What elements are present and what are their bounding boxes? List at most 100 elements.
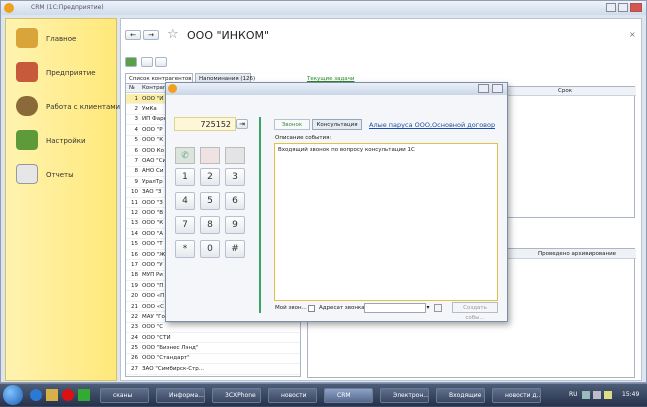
table-row[interactable]: 25 ООО "Бизнес Лэнд" [126, 342, 300, 354]
table-row[interactable]: 27 ЗАО "Симбирск-Стр... [126, 363, 300, 375]
addressee-select[interactable] [364, 303, 426, 313]
sidebar-item-reports[interactable]: Отчеты [6, 163, 118, 187]
table-row[interactable]: 26 ООО "Стандарт" [126, 353, 300, 365]
settings-icon [16, 130, 38, 150]
taskbar-item[interactable]: Информа... [156, 388, 205, 403]
row-number: 21 [126, 301, 140, 313]
row-contractor-name: ООО "ГАРАНТ" [140, 374, 300, 376]
dialog-maximize-icon[interactable] [478, 84, 489, 93]
row-number: 11 [126, 197, 140, 209]
opera-icon[interactable] [62, 389, 74, 401]
row-contractor-name: ЗАО "Симбирск-Стр... [140, 363, 300, 375]
row-number: 12 [126, 207, 140, 219]
favorite-star-icon[interactable]: ☆ [167, 27, 179, 42]
keypad-key-0[interactable]: 0 [200, 240, 220, 258]
dial-button[interactable]: ⇥ [236, 119, 248, 129]
close-icon[interactable] [630, 3, 642, 12]
sidebar-item-clients[interactable]: Работа с клиентами [6, 95, 121, 119]
description-textarea[interactable]: Входящий звонок по вопросу консультации … [274, 143, 498, 301]
table-row[interactable]: 23 ООО "С [126, 322, 300, 334]
taskbar-item[interactable]: 3CXPhone [212, 388, 261, 403]
row-number: 5 [126, 135, 140, 146]
create-event-button[interactable]: Создать собы... [452, 302, 498, 321]
row-contractor-name: ООО "С [140, 322, 300, 334]
row-number: 16 [126, 249, 140, 261]
forward-button[interactable]: → [143, 30, 159, 40]
language-indicator[interactable]: RU [569, 391, 578, 398]
phonebook-icon[interactable] [141, 57, 153, 67]
call-toolbar-icon[interactable] [125, 57, 137, 67]
call-accept-icon[interactable]: ✆ [175, 147, 195, 164]
taskbar-item[interactable]: новости д... [492, 388, 541, 403]
dialog-close-icon[interactable] [492, 84, 503, 93]
keypad-key-star[interactable]: * [175, 240, 195, 258]
create-event-label: Создать собы... [463, 305, 487, 321]
taskbar-item[interactable]: Входящие ... [436, 388, 485, 403]
taskbar-item[interactable]: Электрон... [380, 388, 429, 403]
volume-icon[interactable] [593, 391, 601, 399]
column-header-num: № [129, 85, 135, 91]
table-row[interactable]: 28ООО "ГАРАНТ" [126, 374, 300, 376]
phone-number-field[interactable]: 725152 [174, 117, 236, 131]
taskbar-item[interactable]: сканы [100, 388, 149, 403]
quicklaunch-icons[interactable] [30, 389, 96, 402]
keypad-key-7[interactable]: 7 [175, 216, 195, 234]
sidebar-item-label: Работа с клиентами [46, 103, 121, 111]
row-number: 1 [126, 94, 140, 105]
row-number: 19 [126, 280, 140, 292]
call-transfer-icon[interactable] [200, 147, 220, 164]
minimize-icon[interactable] [606, 3, 616, 12]
keypad-key-8[interactable]: 8 [200, 216, 220, 234]
call-dialog: 725152 ⇥ ✆ 1 2 3 4 5 6 7 8 9 * 0 # Звонок Консульта… [165, 82, 508, 322]
media-icon[interactable] [78, 389, 90, 401]
open-icon[interactable] [434, 304, 442, 312]
call-hangup-icon[interactable] [225, 147, 245, 164]
keypad-key-3[interactable]: 3 [225, 168, 245, 186]
back-button[interactable]: ← [125, 30, 141, 40]
close-tab-icon[interactable]: × [629, 30, 636, 39]
window-titlebar: CRM (1С:Предприятие) [1, 1, 646, 15]
sidebar-item-home[interactable]: Главное [6, 27, 118, 51]
taskbar-item[interactable]: CRM [324, 388, 373, 403]
row-number: 20 [126, 290, 140, 302]
row-number: 22 [126, 311, 140, 323]
tab-consult-label: Консультация [316, 122, 358, 128]
taskbar-item[interactable]: новости [268, 388, 317, 403]
network-icon[interactable] [582, 391, 590, 399]
dropdown-arrow-icon[interactable]: ▾ [424, 304, 432, 312]
keypad-key-1[interactable]: 1 [175, 168, 195, 186]
sidebar-item-settings[interactable]: Настройки [6, 129, 118, 153]
phone-number: 725152 [200, 120, 231, 129]
keypad-key-5[interactable]: 5 [200, 192, 220, 210]
window-title: CRM (1С:Предприятие) [31, 4, 104, 11]
keypad-key-hash[interactable]: # [225, 240, 245, 258]
flag-icon[interactable] [604, 391, 612, 399]
keypad-key-6[interactable]: 6 [225, 192, 245, 210]
clock[interactable]: 15:49 [622, 391, 639, 398]
sidebar-item-label: Предприятие [46, 69, 96, 77]
table-row[interactable]: 24 ООО "СТИ [126, 332, 300, 344]
keypad-key-9[interactable]: 9 [225, 216, 245, 234]
tab-consult[interactable]: Консультация [312, 119, 362, 130]
description-text: Входящий звонок по вопросу консультации … [278, 147, 415, 153]
contract-link[interactable]: Алые паруса ООО,Основной договор [369, 121, 495, 129]
keypad-key-4[interactable]: 4 [175, 192, 195, 210]
panel-divider [259, 117, 261, 313]
row-number: 28 [126, 374, 140, 376]
sidebar-item-enterprise[interactable]: Предприятие [6, 61, 118, 85]
row-number: 13 [126, 218, 140, 230]
start-button[interactable] [3, 385, 23, 405]
tab-call[interactable]: Звонок [274, 119, 310, 130]
explorer-icon[interactable] [46, 389, 58, 401]
maximize-icon[interactable] [618, 3, 628, 12]
keypad-key-2[interactable]: 2 [200, 168, 220, 186]
enterprise-icon [16, 62, 38, 82]
ie-icon[interactable] [30, 389, 42, 401]
sidebar-item-label: Настройки [46, 137, 86, 145]
tray-icons[interactable] [582, 391, 616, 400]
user-icon[interactable] [155, 57, 167, 67]
column-header-archived: Проведено архивирование [538, 251, 617, 257]
my-call-checkbox[interactable] [308, 305, 315, 312]
row-number: 7 [126, 155, 140, 167]
page-title: ООО "ИНКОМ" [187, 29, 270, 42]
